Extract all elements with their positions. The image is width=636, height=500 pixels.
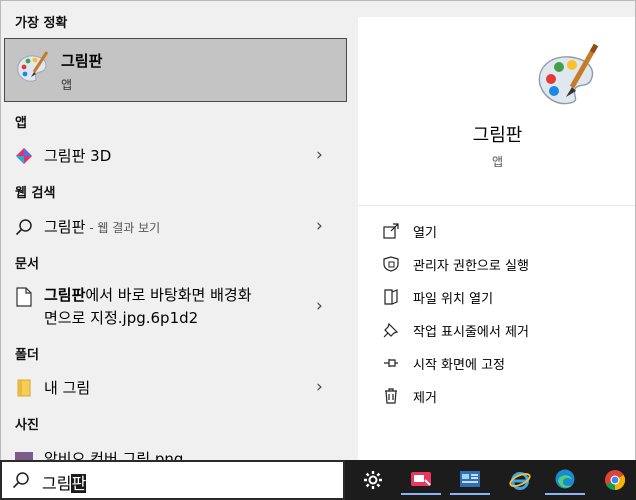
chevron-right-icon[interactable]: ›	[316, 379, 326, 396]
search-input[interactable]: 그림판	[42, 470, 332, 494]
pin-icon	[382, 354, 400, 372]
document-result-rest: 에서 바로 바탕화면 배경화	[85, 286, 252, 304]
unpin-taskbar-icon	[382, 321, 400, 339]
image-file-icon	[14, 449, 34, 460]
action-label: 제거	[413, 391, 437, 406]
folder-result[interactable]: 내 그림 ›	[1, 371, 346, 403]
search-icon	[12, 472, 29, 489]
action-run-as-admin[interactable]: 관리자 권한으로 실행	[378, 250, 628, 278]
detail-title: 그림판	[472, 125, 523, 146]
detail-pane: 그림판 앱 열기 관리자 권한으로 실행 파일 위치 열기 작업 표시줄에서 제…	[358, 17, 635, 460]
best-match-title: 그림판	[61, 52, 103, 70]
action-uninstall[interactable]: 제거	[378, 382, 628, 410]
chevron-right-icon[interactable]: ›	[316, 218, 326, 235]
trash-icon	[382, 387, 400, 405]
search-input-text: 그림	[42, 474, 72, 493]
paint-app-icon-large	[538, 43, 599, 105]
photo-result[interactable]: 알비오 컨버 그림.png	[1, 442, 346, 460]
snip-app-icon[interactable]	[401, 465, 441, 495]
folder-result-label: 내 그림	[44, 379, 91, 397]
chevron-right-icon[interactable]: ›	[316, 147, 326, 164]
photo-result-label: 알비오 컨버 그림.png	[44, 450, 184, 460]
ie-icon[interactable]	[500, 465, 540, 495]
open-icon	[382, 222, 400, 240]
action-unpin-taskbar[interactable]: 작업 표시줄에서 제거	[378, 316, 628, 344]
detail-subtitle: 앱	[491, 155, 504, 169]
section-web-search: 웹 검색	[15, 186, 56, 201]
web-search-hint: - 웹 결과 보기	[85, 221, 161, 235]
section-documents: 문서	[15, 257, 39, 272]
best-match-result[interactable]: 그림판 앱	[4, 38, 347, 102]
web-search-label: 그림판 - 웹 결과 보기	[44, 216, 160, 237]
settings-icon[interactable]	[353, 465, 393, 495]
detail-divider	[358, 205, 635, 206]
web-search-result[interactable]: 그림판 - 웹 결과 보기 ›	[1, 210, 346, 242]
chevron-right-icon[interactable]: ›	[316, 298, 326, 315]
action-label: 파일 위치 열기	[413, 292, 494, 307]
start-search-window: 가장 정확 그림판 앱 앱 그림판 3D › 웹 검색 그림판 - 웹 결과 보…	[0, 0, 636, 460]
section-best-match: 가장 정확	[15, 16, 68, 31]
action-label: 시작 화면에 고정	[413, 358, 505, 373]
action-open-file-location[interactable]: 파일 위치 열기	[378, 283, 628, 311]
search-input-selection: 판	[71, 474, 87, 493]
section-photos: 사진	[15, 418, 39, 433]
action-pin-start[interactable]: 시작 화면에 고정	[378, 349, 628, 377]
section-apps: 앱	[15, 116, 27, 131]
action-label: 열기	[413, 226, 437, 241]
folder-icon	[14, 378, 34, 398]
action-label: 작업 표시줄에서 제거	[413, 325, 529, 340]
app-result-label: 그림판 3D	[44, 147, 112, 165]
document-result-match: 그림판	[44, 286, 86, 304]
document-result[interactable]: 그림판에서 바로 바탕화면 배경화 면으로 지정.jpg.6p1d2 ›	[1, 281, 346, 333]
document-result-line2: 면으로 지정.jpg.6p1d2	[44, 309, 199, 327]
paint3d-icon	[14, 146, 34, 166]
results-pane: 가장 정확 그림판 앱 앱 그림판 3D › 웹 검색 그림판 - 웹 결과 보…	[1, 1, 358, 460]
taskbar	[345, 460, 636, 500]
action-label: 관리자 권한으로 실행	[413, 259, 529, 274]
paint-app-icon	[17, 51, 49, 82]
edge-icon[interactable]	[545, 465, 585, 495]
section-folders: 폴더	[15, 348, 39, 363]
document-icon	[14, 287, 34, 307]
best-match-subtitle: 앱	[61, 78, 73, 92]
search-icon	[14, 217, 34, 237]
file-location-icon	[382, 288, 400, 306]
web-search-query: 그림판	[44, 218, 86, 236]
shield-icon	[382, 255, 400, 273]
chrome-icon[interactable]	[595, 465, 635, 495]
document-result-line1: 그림판에서 바로 바탕화면 배경화	[44, 284, 252, 307]
app-result-paint3d[interactable]: 그림판 3D ›	[1, 139, 346, 171]
search-box[interactable]: 그림판	[0, 460, 345, 500]
action-open[interactable]: 열기	[378, 217, 628, 245]
news-app-icon[interactable]	[450, 465, 490, 495]
